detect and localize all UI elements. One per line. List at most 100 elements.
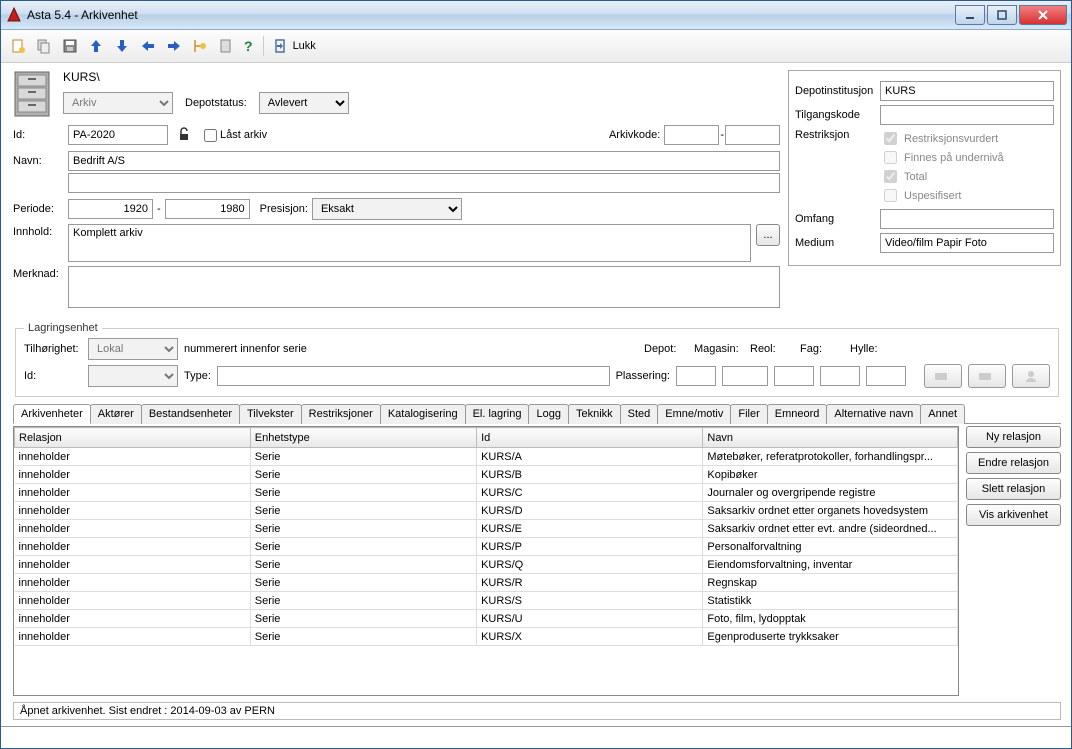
lag-btn3[interactable] xyxy=(1012,364,1050,388)
tilgang-field[interactable] xyxy=(880,105,1054,125)
periode-from-field[interactable] xyxy=(68,199,153,219)
restriction-panel: Depotinstitusjon Tilgangskode Restriksjo… xyxy=(788,70,1061,266)
tab-arkivenheter[interactable]: Arkivenheter xyxy=(13,404,91,424)
navn-field-2[interactable] xyxy=(68,173,780,193)
tab-katalogisering[interactable]: Katalogisering xyxy=(380,404,466,424)
depot-field[interactable] xyxy=(676,366,716,386)
tilh-select[interactable]: Lokal xyxy=(88,338,178,360)
table-row[interactable]: inneholderSerieKURS/RRegnskap xyxy=(15,574,958,592)
hylle-label: Hylle: xyxy=(850,343,894,355)
innhold-field[interactable] xyxy=(68,224,751,262)
lag-type-label: Type: xyxy=(184,370,211,382)
plassering-label: Plassering: xyxy=(616,370,670,382)
edit-relation-button[interactable]: Endre relasjon xyxy=(966,452,1061,474)
tab-restriksjoner[interactable]: Restriksjoner xyxy=(301,404,381,424)
copy-icon[interactable] xyxy=(33,35,55,57)
arrow-right-icon[interactable] xyxy=(163,35,185,57)
type-select[interactable]: Arkiv xyxy=(63,92,173,114)
statusbar-text: Åpnet arkivenhet. Sist endret : 2014-09-… xyxy=(20,705,275,717)
cabinet-icon xyxy=(13,70,51,118)
table-row[interactable]: inneholderSerieKURS/CJournaler og overgr… xyxy=(15,484,958,502)
toolbar: ? Lukk xyxy=(1,30,1071,63)
tab-annet[interactable]: Annet xyxy=(920,404,965,424)
omfang-label: Omfang xyxy=(795,213,880,225)
column-header[interactable]: Id xyxy=(477,428,703,448)
new-icon[interactable] xyxy=(7,35,29,57)
depotinst-field[interactable] xyxy=(880,81,1054,101)
arrow-up-icon[interactable] xyxy=(85,35,107,57)
arrow-left-icon[interactable] xyxy=(137,35,159,57)
arrow-down-icon[interactable] xyxy=(111,35,133,57)
tree-add-icon[interactable] xyxy=(189,35,211,57)
omfang-field[interactable] xyxy=(880,209,1054,229)
hylle-field[interactable] xyxy=(866,366,906,386)
depotstatus-select[interactable]: Avlevert xyxy=(259,92,349,114)
maximize-button[interactable] xyxy=(987,5,1017,25)
exit-icon xyxy=(274,38,290,54)
lag-id-label: Id: xyxy=(24,370,82,382)
tilgang-label: Tilgangskode xyxy=(795,109,880,121)
column-header[interactable]: Enhetstype xyxy=(250,428,476,448)
close-button[interactable] xyxy=(1019,5,1067,25)
table-row[interactable]: inneholderSerieKURS/ESaksarkiv ordnet et… xyxy=(15,520,958,538)
locked-checkbox[interactable] xyxy=(204,129,217,142)
column-header[interactable]: Relasjon xyxy=(15,428,251,448)
minimize-button[interactable] xyxy=(955,5,985,25)
save-icon[interactable] xyxy=(59,35,81,57)
lag-btn2[interactable] xyxy=(968,364,1006,388)
table-row[interactable]: inneholderSerieKURS/XEgenproduserte tryk… xyxy=(15,628,958,646)
table-row[interactable]: inneholderSerieKURS/BKopibøker xyxy=(15,466,958,484)
tab-logg[interactable]: Logg xyxy=(528,404,568,424)
table-row[interactable]: inneholderSerieKURS/SStatistikk xyxy=(15,592,958,610)
medium-label: Medium xyxy=(795,237,880,249)
presisjon-label: Presisjon: xyxy=(260,203,308,215)
lag-id-select[interactable] xyxy=(88,365,178,387)
relations-grid[interactable]: RelasjonEnhetstypeIdNavn inneholderSerie… xyxy=(13,426,959,696)
merknad-field[interactable] xyxy=(68,266,780,308)
periode-label: Periode: xyxy=(13,203,68,215)
innhold-expand-button[interactable]: ... xyxy=(756,224,780,246)
close-toolbar-button[interactable]: Lukk xyxy=(271,35,319,57)
table-row[interactable]: inneholderSerieKURS/PPersonalforvaltning xyxy=(15,538,958,556)
tab-alternative-navn[interactable]: Alternative navn xyxy=(826,404,921,424)
medium-field[interactable] xyxy=(880,233,1054,253)
periode-to-field[interactable] xyxy=(165,199,250,219)
lag-btn1[interactable] xyxy=(924,364,962,388)
tab-sted[interactable]: Sted xyxy=(620,404,659,424)
table-row[interactable]: inneholderSerieKURS/AMøtebøker, referatp… xyxy=(15,448,958,466)
unlock-icon xyxy=(176,126,192,145)
tab-el-lagring[interactable]: El. lagring xyxy=(465,404,530,424)
id-field[interactable] xyxy=(68,125,168,145)
table-row[interactable]: inneholderSerieKURS/DSaksarkiv ordnet et… xyxy=(15,502,958,520)
magasin-field[interactable] xyxy=(722,366,768,386)
close-toolbar-label: Lukk xyxy=(293,40,316,52)
fag-field[interactable] xyxy=(820,366,860,386)
table-row[interactable]: inneholderSerieKURS/UFoto, film, lydoppt… xyxy=(15,610,958,628)
new-relation-button[interactable]: Ny relasjon xyxy=(966,426,1061,448)
lag-type-field[interactable] xyxy=(217,366,610,386)
nummerert-label: nummerert innenfor serie xyxy=(184,343,307,355)
reol-field[interactable] xyxy=(774,366,814,386)
view-entity-button[interactable]: Vis arkivenhet xyxy=(966,504,1061,526)
chk-finnes xyxy=(884,151,897,164)
tab-akt-rer[interactable]: Aktører xyxy=(90,404,142,424)
tab-emneord[interactable]: Emneord xyxy=(767,404,828,424)
presisjon-select[interactable]: Eksakt xyxy=(312,198,462,220)
reol-label: Reol: xyxy=(750,343,794,355)
tab-filer[interactable]: Filer xyxy=(730,404,767,424)
tab-tilvekster[interactable]: Tilvekster xyxy=(239,404,302,424)
navn-field[interactable] xyxy=(68,151,780,171)
restriksjon-label: Restriksjon xyxy=(795,129,880,141)
innhold-label: Innhold: xyxy=(13,224,68,238)
tab-teknikk[interactable]: Teknikk xyxy=(568,404,621,424)
titlebar: Asta 5.4 - Arkivenhet xyxy=(1,1,1071,30)
table-row[interactable]: inneholderSerieKURS/QEiendomsforvaltning… xyxy=(15,556,958,574)
help-icon[interactable]: ? xyxy=(241,35,256,57)
tab-bestandsenheter[interactable]: Bestandsenheter xyxy=(141,404,240,424)
tab-emne-motiv[interactable]: Emne/motiv xyxy=(657,404,731,424)
delete-relation-button[interactable]: Slett relasjon xyxy=(966,478,1061,500)
arkivkode2-field[interactable] xyxy=(725,125,780,145)
column-header[interactable]: Navn xyxy=(703,428,958,448)
arkivkode1-field[interactable] xyxy=(664,125,719,145)
document-icon[interactable] xyxy=(215,35,237,57)
